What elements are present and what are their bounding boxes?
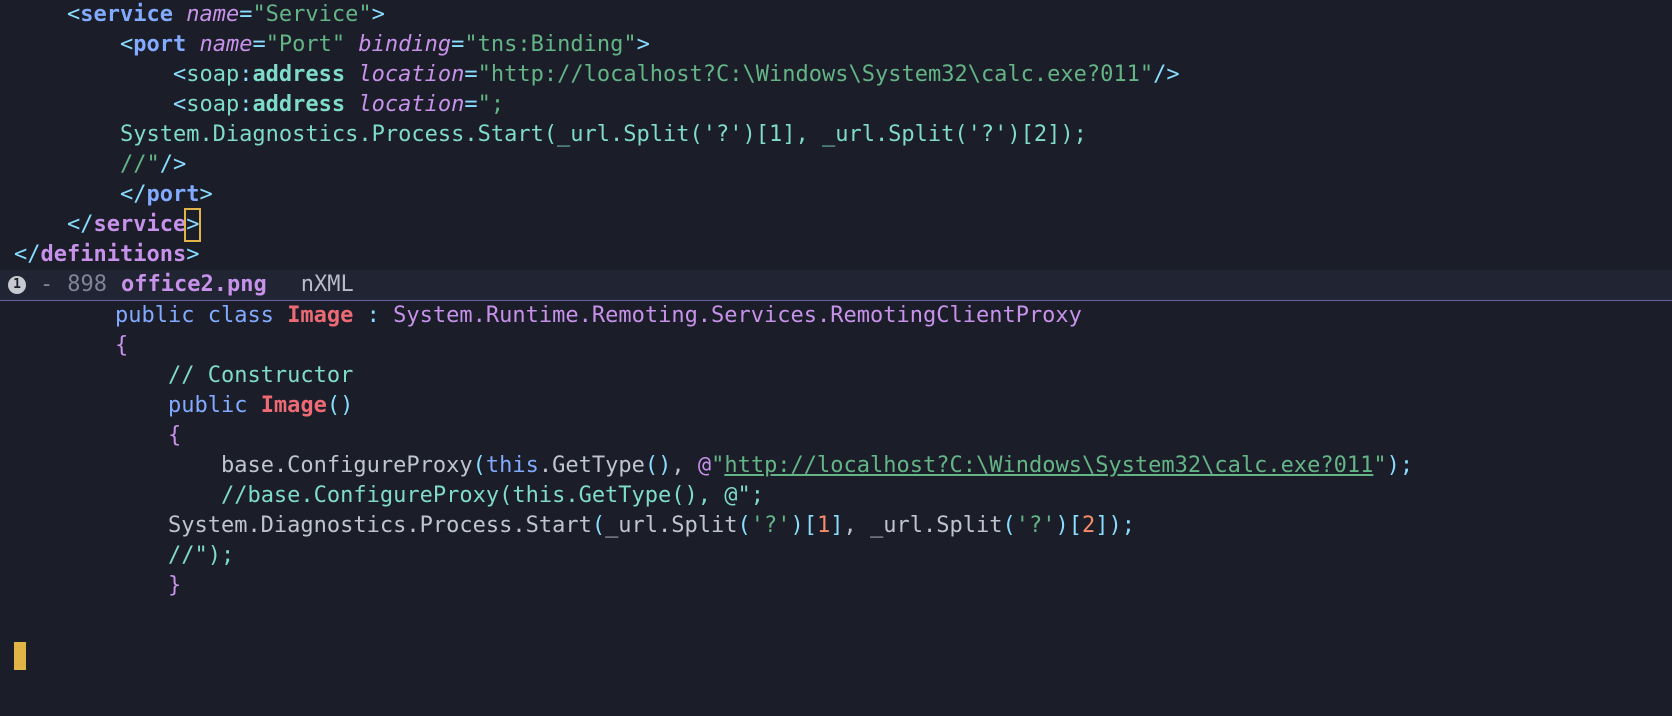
mode-dash: - <box>40 270 53 300</box>
major-mode: nXML <box>301 270 354 300</box>
bottom-editor-pane[interactable]: public class Image : System.Runtime.Remo… <box>0 301 1672 601</box>
diagnostic-indicator-icon: 1 <box>8 276 26 294</box>
buffer-filename: office2.png <box>121 270 267 300</box>
point-cursor-icon <box>14 642 26 670</box>
top-editor-pane[interactable]: <service name="Service"> <port name="Por… <box>0 0 1672 270</box>
mode-line: 1 - 898 office2.png nXML <box>0 270 1672 300</box>
line-number: 898 <box>67 270 107 300</box>
